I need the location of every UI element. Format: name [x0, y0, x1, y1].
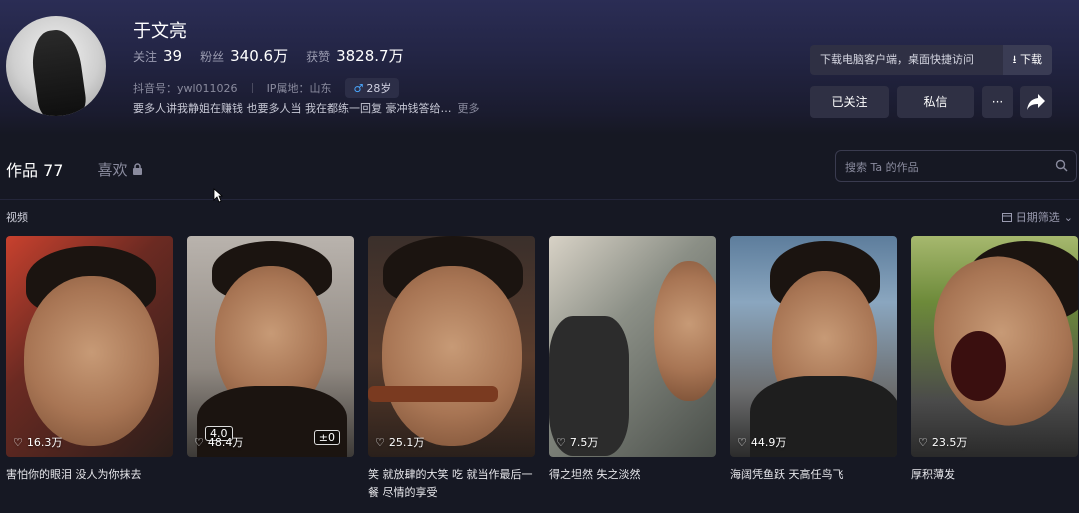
video-thumbnail[interactable]: ♡ 23.5万 [911, 236, 1078, 457]
video-thumbnail[interactable]: ♡ 44.9万 [730, 236, 897, 457]
followed-button[interactable]: 已关注 [810, 86, 889, 118]
download-client-bar: 下载电脑客户端，桌面快捷访问 ⭳ 下载 [810, 45, 1052, 75]
video-card[interactable]: ♡ 44.9万 海阔凭鱼跃 天高任鸟飞 [730, 236, 897, 502]
video-caption[interactable]: 害怕你的眼泪 没人为你抹去 [6, 466, 173, 484]
calendar-icon [1001, 213, 1012, 222]
male-icon: ♂ [353, 82, 364, 95]
skewer [368, 386, 498, 402]
video-card[interactable]: ♡ 16.3万 害怕你的眼泪 没人为你抹去 [6, 236, 173, 502]
divider [0, 199, 1079, 200]
video-grid: ♡ 16.3万 害怕你的眼泪 没人为你抹去 4.0 ±0 ♡ 48.4万 ♡ 25.1… [6, 236, 1078, 502]
stat-followers[interactable]: 粉丝 340.6万 [200, 45, 288, 66]
chevron-down-icon: ⌄ [1063, 210, 1073, 224]
share-icon [1027, 94, 1045, 110]
more-button[interactable]: ··· [982, 86, 1013, 118]
like-count: ♡ 25.1万 [375, 435, 425, 450]
profile-meta: 抖音号：ywl011026 IP属地：山东 ♂ 28岁 [133, 78, 400, 98]
video-card[interactable]: ♡ 7.5万 得之坦然 失之淡然 [549, 236, 716, 502]
video-caption[interactable]: 得之坦然 失之淡然 [549, 466, 716, 484]
download-button[interactable]: ⭳ 下载 [1002, 45, 1052, 75]
video-card[interactable]: ♡ 23.5万 厚积薄发 [911, 236, 1078, 502]
share-button[interactable] [1020, 86, 1052, 118]
heart-icon: ♡ [194, 435, 204, 449]
mouse-cursor-icon [213, 188, 223, 203]
like-count: ♡ 23.5万 [918, 435, 968, 450]
video-thumbnail[interactable]: ♡ 25.1万 [368, 236, 535, 457]
heart-icon: ♡ [556, 435, 566, 449]
lock-icon [133, 163, 143, 175]
heart-icon: ♡ [375, 435, 385, 449]
date-filter[interactable]: 日期筛选 ⌄ [1001, 209, 1073, 225]
tab-likes[interactable]: 喜欢 [97, 159, 143, 180]
video-thumbnail[interactable]: ♡ 7.5万 [549, 236, 716, 457]
avatar[interactable] [6, 16, 106, 116]
ip-location: IP属地：山东 [266, 82, 332, 95]
profile-stats: 关注 39 粉丝 340.6万 获赞 3828.7万 [133, 45, 404, 66]
open-mouth [951, 331, 1006, 401]
video-thumbnail[interactable]: ♡ 16.3万 [6, 236, 173, 457]
profile-bio: 要多人讲我静姐在赚钱 也要多人当 我在都练一回复 豪冲钱答给… 更多 [133, 102, 480, 115]
divider [251, 83, 253, 93]
douyin-id: 抖音号：ywl011026 [133, 82, 238, 95]
like-count: ♡ 48.4万 [194, 435, 244, 450]
overlay-tag: ±0 [313, 430, 340, 445]
profile-tabs: 作品 77 喜欢 [6, 157, 143, 181]
video-card[interactable]: 4.0 ±0 ♡ 48.4万 [187, 236, 354, 502]
like-count: ♡ 44.9万 [737, 435, 787, 450]
gender-age-badge: ♂ 28岁 [345, 78, 400, 98]
works-search-input[interactable]: 搜索 Ta 的作品 [835, 150, 1077, 182]
heart-icon: ♡ [918, 435, 928, 449]
download-client-text[interactable]: 下载电脑客户端，桌面快捷访问 [810, 45, 1003, 75]
download-icon: ⭳ [1012, 53, 1017, 66]
video-caption[interactable]: 笑 就放肆的大笑 吃 就当作最后一餐 尽情的享受 [368, 466, 535, 502]
heart-icon: ♡ [13, 435, 23, 449]
like-count: ♡ 16.3万 [13, 435, 63, 450]
search-icon[interactable] [1055, 159, 1068, 172]
profile-name: 于文亮 [133, 21, 187, 42]
video-thumbnail[interactable]: 4.0 ±0 ♡ 48.4万 [187, 236, 354, 457]
like-count: ♡ 7.5万 [556, 435, 599, 450]
message-button[interactable]: 私信 [897, 86, 974, 118]
bio-more-link[interactable]: 更多 [458, 102, 480, 115]
video-card[interactable]: ♡ 25.1万 笑 就放肆的大笑 吃 就当作最后一餐 尽情的享受 [368, 236, 535, 502]
tab-works[interactable]: 作品 77 [6, 157, 63, 181]
search-placeholder: 搜索 Ta 的作品 [845, 161, 919, 174]
video-caption[interactable]: 海阔凭鱼跃 天高任鸟飞 [730, 466, 897, 484]
section-label-videos: 视频 [6, 211, 28, 224]
stat-following[interactable]: 关注 39 [133, 47, 182, 65]
stat-likes-received: 获赞 3828.7万 [306, 47, 404, 65]
video-caption[interactable]: 厚积薄发 [911, 466, 1078, 484]
heart-icon: ♡ [737, 435, 747, 449]
